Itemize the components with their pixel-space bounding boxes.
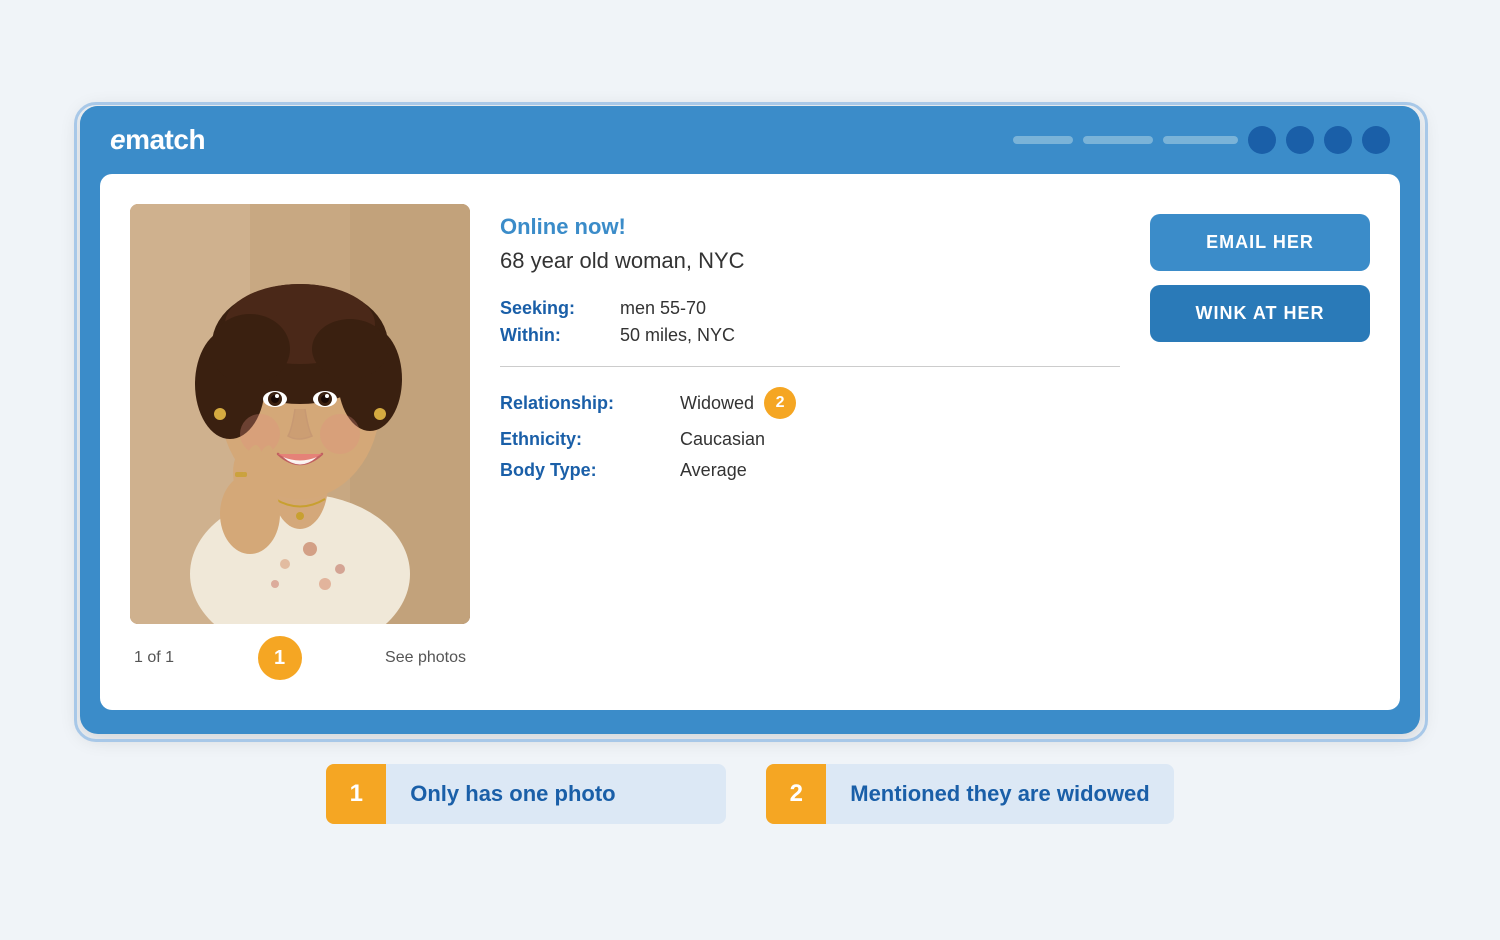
logo-e: e [110, 124, 125, 155]
browser-dot-1[interactable] [1248, 126, 1276, 154]
ethnicity-row: Ethnicity: Caucasian [500, 429, 1120, 450]
annotation-1: 1 Only has one photo [326, 764, 726, 824]
relationship-badge: 2 [764, 387, 796, 419]
wink-at-her-button[interactable]: WINK AT HER [1150, 285, 1370, 342]
content-area: 1 of 1 1 See photos Online now! 68 year … [100, 174, 1400, 710]
annotation-2-badge: 2 [766, 764, 826, 824]
annotations-section: 1 Only has one photo 2 Mentioned they ar… [80, 734, 1420, 834]
address-bar-1 [1013, 136, 1073, 144]
email-her-button[interactable]: EMAIL HER [1150, 214, 1370, 271]
annotation-2-text: Mentioned they are widowed [826, 765, 1173, 823]
browser-frame: ematch [80, 106, 1420, 734]
action-buttons: EMAIL HER WINK AT HER [1150, 204, 1370, 680]
seeking-value: men 55-70 [620, 298, 706, 319]
browser-dot-2[interactable] [1286, 126, 1314, 154]
seeking-label: Seeking: [500, 298, 600, 319]
profile-info: Online now! 68 year old woman, NYC Seeki… [500, 204, 1120, 680]
browser-dot-4[interactable] [1362, 126, 1390, 154]
body-type-label: Body Type: [500, 460, 660, 481]
portrait-svg [130, 204, 470, 624]
address-bar-2 [1083, 136, 1153, 144]
photo-section: 1 of 1 1 See photos [130, 204, 470, 680]
ethnicity-label: Ethnicity: [500, 429, 660, 450]
photo-badge[interactable]: 1 [258, 636, 302, 680]
within-value: 50 miles, NYC [620, 325, 735, 346]
online-status: Online now! [500, 214, 1120, 240]
browser-header: ematch [80, 106, 1420, 174]
annotation-1-text: Only has one photo [386, 765, 639, 823]
relationship-label: Relationship: [500, 393, 660, 414]
ethnicity-value: Caucasian [680, 429, 765, 450]
seeking-row: Seeking: men 55-70 [500, 298, 1120, 319]
see-photos-link[interactable]: See photos [385, 649, 466, 667]
photo-footer: 1 of 1 1 See photos [130, 636, 470, 680]
photo-count: 1 of 1 [134, 649, 174, 667]
annotation-2: 2 Mentioned they are widowed [766, 764, 1173, 824]
section-divider [500, 366, 1120, 367]
browser-controls [1013, 126, 1390, 154]
profile-tagline: 68 year old woman, NYC [500, 248, 1120, 274]
profile-photo [130, 204, 470, 624]
within-row: Within: 50 miles, NYC [500, 325, 1120, 346]
annotation-1-badge: 1 [326, 764, 386, 824]
within-label: Within: [500, 325, 600, 346]
browser-dot-3[interactable] [1324, 126, 1352, 154]
body-type-row: Body Type: Average [500, 460, 1120, 481]
relationship-row: Relationship: Widowed 2 [500, 387, 1120, 419]
outer-wrapper: ematch [80, 106, 1420, 834]
app-logo: ematch [110, 124, 205, 156]
address-bar-3 [1163, 136, 1238, 144]
body-type-value: Average [680, 460, 747, 481]
relationship-value: Widowed 2 [680, 387, 796, 419]
